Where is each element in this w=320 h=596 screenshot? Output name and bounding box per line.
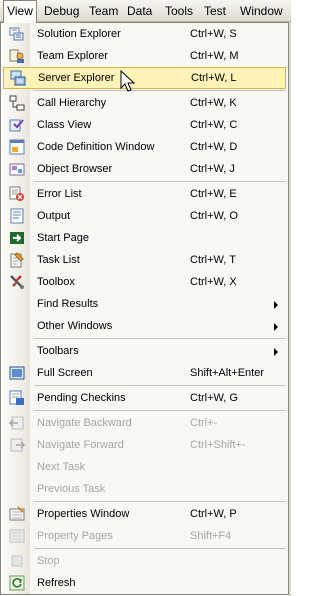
menu-item-object-browser[interactable]: Object Browser Ctrl+W, J [1, 158, 288, 180]
menu-separator [34, 385, 286, 386]
menu-bar: View Debug Team Data Tools Test Window [0, 0, 291, 23]
team-explorer-icon [9, 49, 24, 63]
menu-item-previous-task[interactable]: Previous Task [1, 478, 288, 500]
properties-window-icon [9, 506, 25, 521]
class-view-icon [9, 119, 24, 132]
submenu-arrow-icon [274, 301, 278, 309]
toolbox-icon [10, 275, 24, 289]
menu-item-team-explorer[interactable]: Team Explorer Ctrl+W, M [1, 45, 288, 67]
start-page-icon [10, 232, 24, 244]
menu-item-navigate-forward[interactable]: Navigate Forward Ctrl+Shift+- [1, 434, 288, 456]
stop-icon [11, 555, 23, 567]
object-browser-icon [9, 163, 25, 176]
navigate-backward-icon [9, 416, 24, 430]
window-edge [289, 22, 291, 596]
menu-separator [34, 181, 286, 182]
menu-item-toolbars[interactable]: Toolbars [1, 340, 288, 362]
pending-checkins-icon [9, 390, 24, 405]
menu-item-properties-window[interactable]: Properties Window Ctrl+W, P [1, 503, 288, 525]
menu-item-call-hierarchy[interactable]: Call Hierarchy Ctrl+W, K [1, 92, 288, 114]
output-icon [10, 208, 24, 224]
property-pages-icon [9, 529, 25, 543]
menu-item-next-task[interactable]: Next Task [1, 456, 288, 478]
menu-test[interactable]: Test [204, 0, 226, 22]
submenu-arrow-icon [274, 323, 278, 331]
submenu-arrow-icon [274, 348, 278, 356]
menu-item-start-page[interactable]: Start Page [1, 227, 288, 249]
code-definition-icon [9, 139, 25, 155]
view-dropdown-menu: Solution Explorer Ctrl+W, S Team Explore… [0, 22, 289, 595]
menu-item-navigate-backward[interactable]: Navigate Backward Ctrl+- [1, 412, 288, 434]
menu-debug[interactable]: Debug [44, 0, 79, 22]
menu-item-error-list[interactable]: Error List Ctrl+W, E [1, 183, 288, 205]
error-list-icon [9, 186, 24, 201]
menu-separator [34, 548, 286, 549]
call-hierarchy-icon [9, 95, 25, 111]
menu-item-toolbox[interactable]: Toolbox Ctrl+W, X [1, 271, 288, 293]
server-explorer-icon [10, 70, 26, 86]
menu-separator [34, 501, 286, 502]
menu-item-other-windows[interactable]: Other Windows [1, 315, 288, 337]
solution-explorer-icon [9, 27, 24, 41]
menu-item-refresh[interactable]: Refresh [1, 572, 288, 594]
menu-item-solution-explorer[interactable]: Solution Explorer Ctrl+W, S [1, 23, 288, 45]
mouse-cursor-icon [120, 70, 136, 92]
menu-item-class-view[interactable]: Class View Ctrl+W, C [1, 114, 288, 136]
menu-item-output[interactable]: Output Ctrl+W, O [1, 205, 288, 227]
menu-team[interactable]: Team [89, 0, 118, 22]
menu-item-find-results[interactable]: Find Results [1, 293, 288, 315]
menu-item-full-screen[interactable]: Full Screen Shift+Alt+Enter [1, 362, 288, 384]
menu-tools[interactable]: Tools [165, 0, 193, 22]
menu-data[interactable]: Data [127, 0, 152, 22]
menu-item-server-explorer[interactable]: Server Explorer Ctrl+W, L [3, 67, 286, 89]
menu-item-property-pages[interactable]: Property Pages Shift+F4 [1, 525, 288, 547]
refresh-icon [9, 575, 25, 591]
menu-item-code-definition-window[interactable]: Code Definition Window Ctrl+W, D [1, 136, 288, 158]
navigate-forward-icon [10, 438, 25, 452]
task-list-icon [10, 252, 24, 268]
menu-item-pending-checkins[interactable]: Pending Checkins Ctrl+W, G [1, 387, 288, 409]
menu-item-stop[interactable]: Stop [1, 550, 288, 572]
menu-separator [34, 90, 286, 91]
menu-view[interactable]: View [3, 0, 37, 23]
full-screen-icon [9, 366, 25, 380]
menu-window[interactable]: Window [240, 0, 283, 22]
menu-item-task-list[interactable]: Task List Ctrl+W, T [1, 249, 288, 271]
menu-separator [34, 410, 286, 411]
menu-separator [34, 338, 286, 339]
